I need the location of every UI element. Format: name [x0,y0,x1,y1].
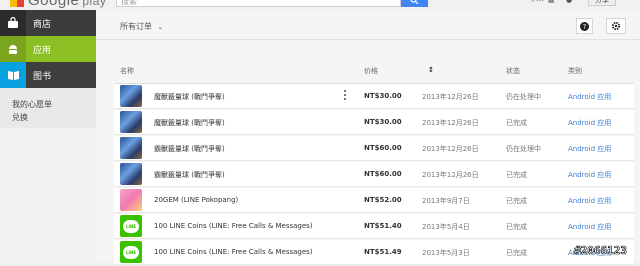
item-name: 魔獸籤量球 (戰鬥爭奪) [154,93,225,101]
filter-label: 所有订单 [120,22,152,31]
sidebar-item-store[interactable]: 商店 [0,10,96,36]
table-row[interactable]: 魔獸籤量球 (戰鬥爭奪) NT$30.00 2013年12月26日 仍在处理中 … [114,84,634,109]
main-content: 所有订单 ⌄ ? 名称 价格 ↕ 状态 类别 魔獸籤量球 (戰鬥爭奪) NT$3… [96,10,640,265]
item-name: 霸獸籤量球 (戰鬥爭奪) [154,171,225,179]
item-type-link[interactable]: Android 应用 [568,222,611,232]
sidebar-item-books[interactable]: 图书 [0,62,96,88]
toolbar: 所有订单 ⌄ ? [96,10,640,40]
app-thumbnail [120,85,142,107]
apps-grid-icon[interactable]: +‹‹‹ [530,0,544,4]
column-price[interactable]: 价格 [364,66,378,76]
column-name: 名称 [120,67,134,75]
sidebar-item-apps[interactable]: 应用 [0,36,96,62]
shopping-bag-icon [0,10,26,36]
item-date: 2013年5月3日 [422,249,470,257]
chevron-down-icon: ⌄ [157,23,164,31]
more-options-icon[interactable] [344,90,347,102]
item-price: NT$52.00 [364,196,402,204]
table-header: 名称 价格 ↕ 状态 类别 [114,62,634,84]
sidebar-links: 我的心愿单 兑换 [0,88,96,128]
item-date: 2013年9月7日 [422,197,470,205]
logo-text: Google play [28,0,107,9]
table-row[interactable]: 魔獸籤量球 (戰鬥爭奪) NT$30.00 2013年12月26日 已完成 An… [114,110,634,135]
table-row[interactable]: 霸獸籤量球 (戰鬥爭奪) NT$60.00 2013年12月26日 仍在处理中 … [114,136,634,161]
google-play-logo[interactable]: Google play [10,0,107,9]
sidebar-link-wishlist[interactable]: 我的心愿单 [0,98,96,111]
sidebar: 商店 应用 图书 我的心愿单 兑换 [0,10,96,261]
item-status: 已完成 [506,119,527,127]
notifications-icon[interactable]: ● [566,0,572,4]
item-type-link[interactable]: Android 应用 [568,92,611,102]
item-type-link[interactable]: Android 应用 [568,144,611,154]
app-thumbnail [120,111,142,133]
help-icon: ? [580,21,589,31]
book-icon [0,62,26,88]
play-logo-icon [10,0,24,7]
grid-icon[interactable]: ▦ [548,0,555,4]
item-type-link[interactable]: Android 应用 [568,170,611,180]
item-status: 仍在处理中 [506,145,541,153]
share-button[interactable]: 分享 [588,0,616,6]
sort-arrow-icon[interactable]: ↕ [428,66,434,74]
table-row[interactable]: LINE 100 LINE Coins (LINE: Free Calls & … [114,240,634,265]
gear-icon [611,21,621,31]
help-button[interactable]: ? [576,18,593,34]
item-date: 2013年12月26日 [422,119,479,127]
sidebar-item-label: 商店 [33,19,52,30]
item-status: 已完成 [506,223,527,231]
app-thumbnail [120,137,142,159]
item-price: NT$30.00 [364,92,402,100]
line-app-icon: LINE [120,241,142,263]
column-status: 状态 [506,67,520,75]
settings-button[interactable] [606,18,626,34]
item-name: 霸獸籤量球 (戰鬥爭奪) [154,145,225,153]
watermark: #2066123 [574,244,628,258]
android-icon [0,36,26,62]
sidebar-item-label: 图书 [33,71,52,82]
table-row[interactable]: LINE 100 LINE Coins (LINE: Free Calls & … [114,214,634,239]
item-price: NT$51.40 [364,222,402,230]
item-date: 2013年12月26日 [422,171,479,179]
item-status: 已完成 [506,249,527,257]
item-name: 100 LINE Coins (LINE: Free Calls & Messa… [154,222,313,230]
item-type-link[interactable]: Android 应用 [568,196,611,206]
item-status: 仍在处理中 [506,93,541,101]
item-price: NT$60.00 [364,144,402,152]
line-app-icon: LINE [120,215,142,237]
app-thumbnail [120,189,142,211]
item-price: NT$51.49 [364,248,402,256]
item-type-link[interactable]: Android 应用 [568,118,611,128]
item-date: 2013年12月26日 [422,145,479,153]
item-price: NT$60.00 [364,170,402,178]
item-date: 2013年5月4日 [422,223,470,231]
item-price: NT$30.00 [364,118,402,126]
orders-table: 名称 价格 ↕ 状态 类别 魔獸籤量球 (戰鬥爭奪) NT$30.00 2013… [114,62,634,266]
item-status: 已完成 [506,171,527,179]
search-icon [410,0,419,4]
sidebar-link-redeem[interactable]: 兑换 [0,111,96,124]
app-thumbnail [120,163,142,185]
item-name: 魔獸籤量球 (戰鬥爭奪) [154,119,225,127]
column-type: 类别 [568,67,582,75]
search-button[interactable] [401,0,428,7]
order-filter-dropdown[interactable]: 所有订单 ⌄ [120,21,163,32]
table-row[interactable]: 20GEM (LINE Pokopang) NT$52.00 2013年9月7日… [114,188,634,213]
svg-text:?: ? [583,23,587,31]
item-date: 2013年12月26日 [422,93,479,101]
item-name: 20GEM (LINE Pokopang) [154,196,239,204]
top-bar: Google play 搜索 +‹‹‹ ▦ ● 分享 [0,0,640,10]
item-name: 100 LINE Coins (LINE: Free Calls & Messa… [154,248,313,256]
search-input[interactable]: 搜索 [116,0,401,7]
sidebar-item-label: 应用 [33,45,52,56]
item-status: 已完成 [506,197,527,205]
table-row[interactable]: 霸獸籤量球 (戰鬥爭奪) NT$60.00 2013年12月26日 已完成 An… [114,162,634,187]
